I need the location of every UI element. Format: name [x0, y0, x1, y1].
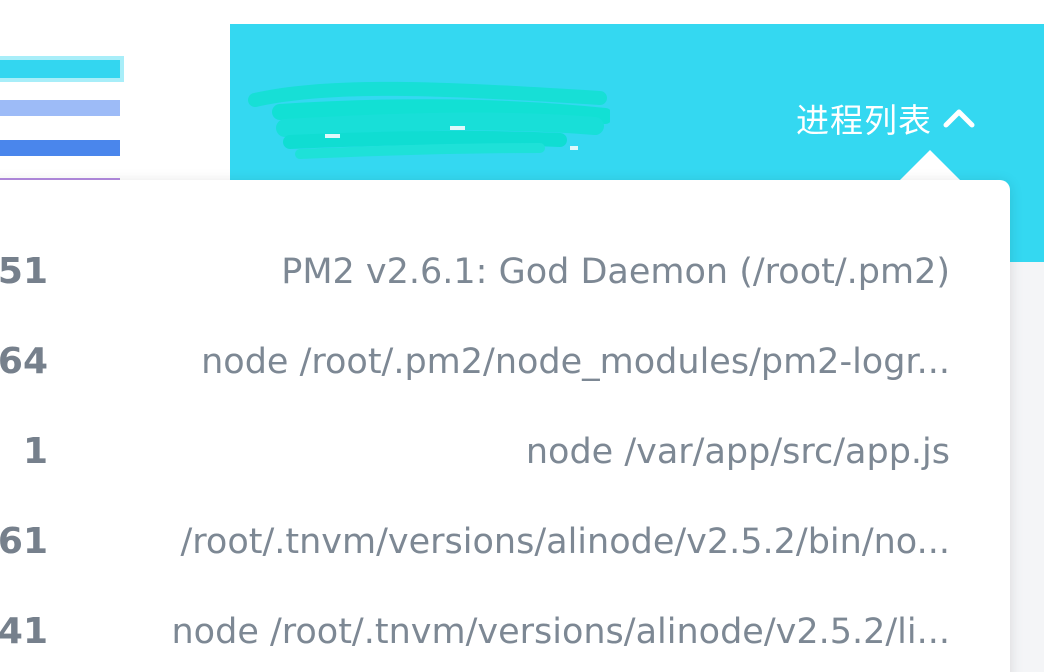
process-command: node /root/.tnvm/versions/alinode/v2.5.2… — [171, 612, 951, 652]
process-pid: 061 — [0, 521, 48, 562]
process-command: node /root/.pm2/node_modules/pm2-logr... — [201, 342, 950, 382]
dropdown-pointer — [900, 150, 960, 180]
logo-bar-2 — [0, 100, 120, 116]
process-command: node /var/app/src/app.js — [525, 432, 950, 472]
process-pid: 041 — [0, 611, 48, 652]
process-item[interactable]: 064 node /root/.pm2/node_modules/pm2-log… — [0, 316, 1010, 406]
process-pid: 1 — [22, 431, 48, 472]
process-pid: 064 — [0, 341, 48, 382]
logo[interactable] — [0, 50, 130, 185]
process-command: /root/.tnvm/versions/alinode/v2.5.2/bin/… — [180, 522, 950, 562]
redacted-title — [248, 81, 610, 159]
process-list-toggle-label: 进程列表 — [796, 101, 932, 140]
app-stage: 进程列表 051 PM2 v2.6.1: God Daemon (/root/.… — [0, 0, 1044, 672]
process-item[interactable]: 061 /root/.tnvm/versions/alinode/v2.5.2/… — [0, 496, 1010, 586]
process-item[interactable]: 051 PM2 v2.6.1: God Daemon (/root/.pm2) — [0, 226, 1010, 316]
logo-bar-1 — [0, 56, 124, 82]
process-item[interactable]: 1 node /var/app/src/app.js — [0, 406, 1010, 496]
logo-bar-3 — [0, 140, 120, 156]
process-item[interactable]: 041 node /root/.tnvm/versions/alinode/v2… — [0, 586, 1010, 672]
process-command: PM2 v2.6.1: God Daemon (/root/.pm2) — [281, 252, 950, 292]
chevron-up-icon — [943, 109, 975, 128]
process-pid: 051 — [0, 251, 48, 292]
process-list: 051 PM2 v2.6.1: God Daemon (/root/.pm2) … — [0, 226, 1010, 672]
process-list-toggle[interactable]: 进程列表 — [796, 96, 976, 140]
page-background-strip — [1010, 262, 1044, 672]
